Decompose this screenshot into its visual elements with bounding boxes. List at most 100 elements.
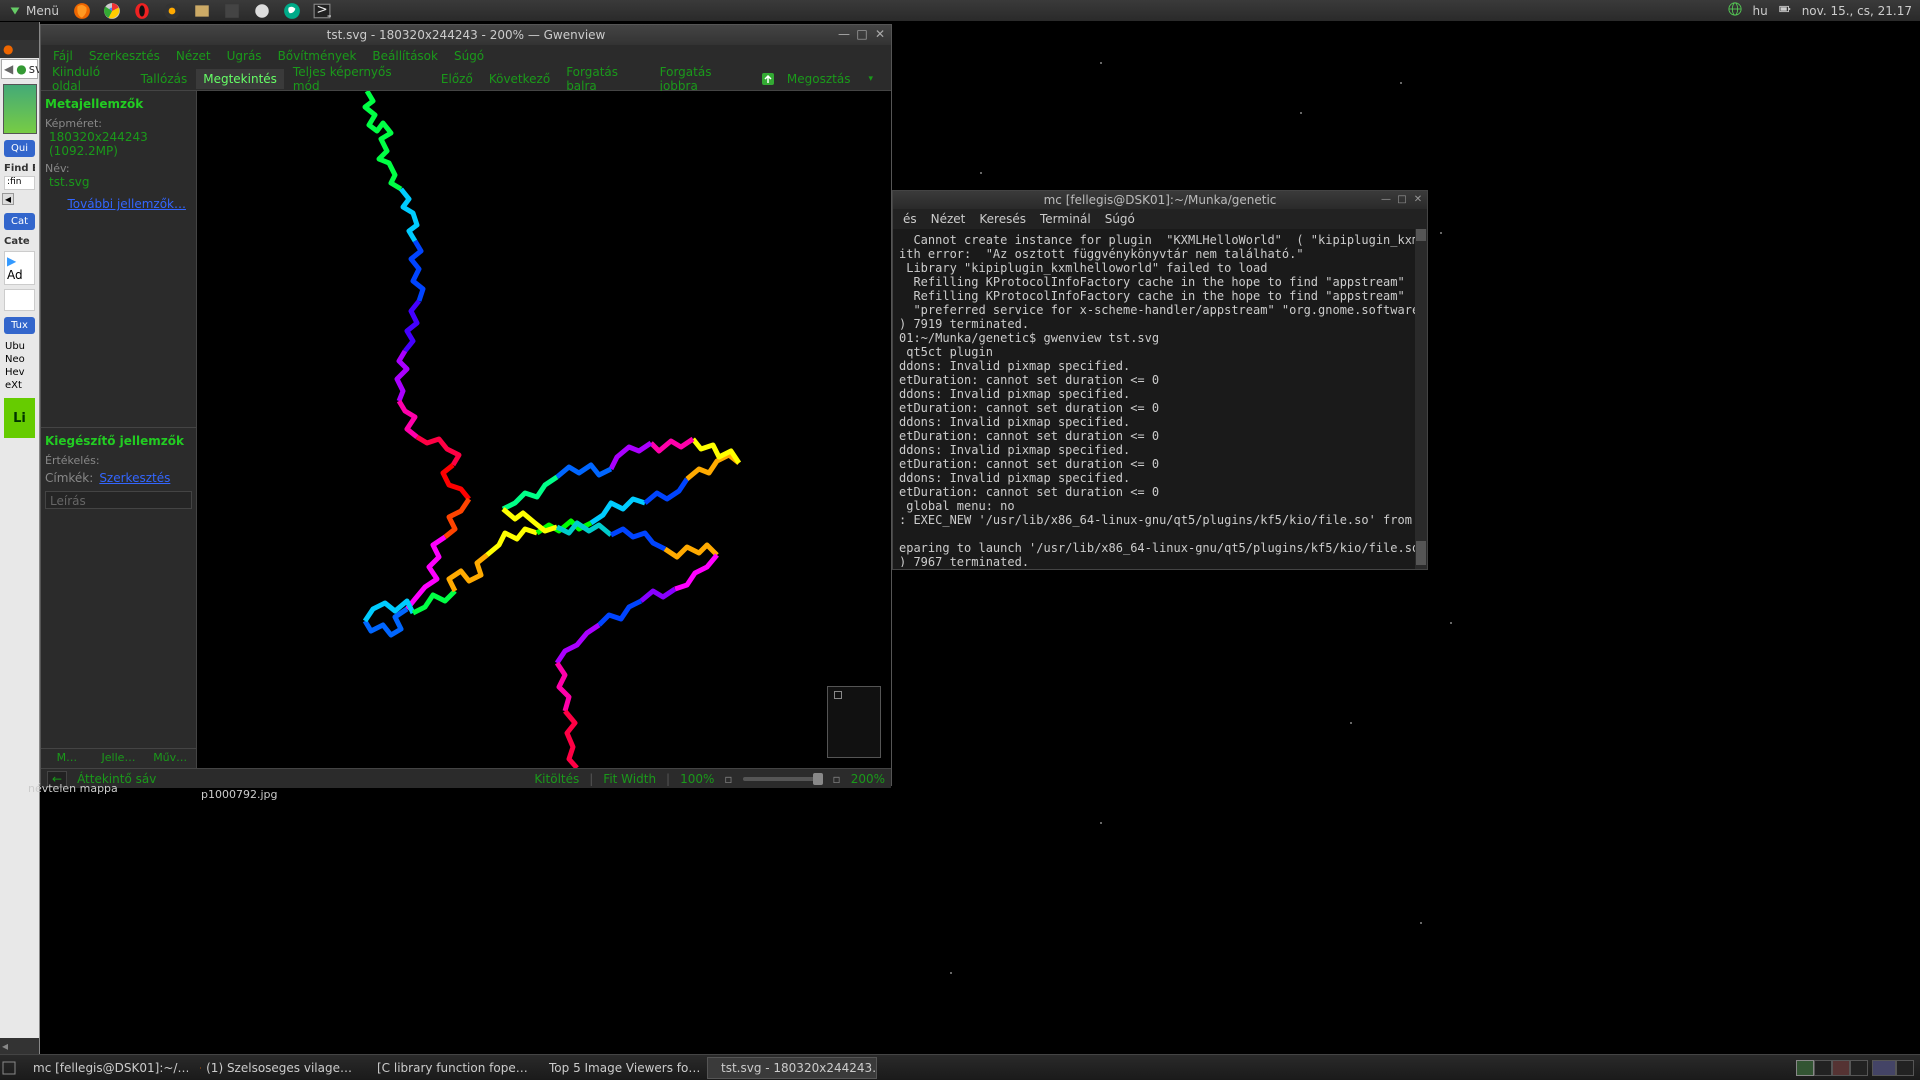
minimap[interactable]: [827, 686, 881, 758]
svg-text:>_: >_: [316, 2, 331, 17]
menu-help[interactable]: Súgó: [1105, 212, 1135, 226]
list-item[interactable]: Ubu: [2, 340, 37, 353]
find-heading: Find E: [4, 163, 35, 174]
close-button[interactable]: ✕: [1411, 192, 1425, 206]
terminal-icon[interactable]: >_: [313, 2, 331, 20]
files-icon[interactable]: [193, 2, 211, 20]
description-input[interactable]: Leírás: [45, 491, 192, 509]
opera-icon[interactable]: [133, 2, 151, 20]
taskbar-task[interactable]: Top 5 Image Viewers fo…: [535, 1057, 705, 1079]
list-item[interactable]: Hev: [2, 366, 37, 379]
back-button[interactable]: ◀: [4, 62, 13, 76]
pager-desktop-1[interactable]: [1796, 1060, 1814, 1076]
zoom-in-icon[interactable]: ▫: [833, 772, 841, 786]
firefox-icon[interactable]: [73, 2, 91, 20]
tool-browse[interactable]: Tallózás: [134, 69, 195, 89]
taskbar-task[interactable]: mc [fellegis@DSK01]:~/…: [19, 1057, 189, 1079]
extra-heading: Kiegészítő jellemzők: [45, 434, 192, 448]
quick-button[interactable]: Qui: [4, 140, 35, 157]
app-icon-3[interactable]: [253, 2, 271, 20]
name-label: Név:: [45, 162, 192, 175]
size-label: Képméret:: [45, 117, 192, 130]
menu-terminal[interactable]: Terminál: [1040, 212, 1091, 226]
browser-tabstrip[interactable]: [0, 22, 39, 40]
zoom-fill[interactable]: Kitöltés: [534, 772, 579, 786]
pager-widget[interactable]: [1872, 1060, 1896, 1076]
zoom-100[interactable]: 100%: [680, 772, 714, 786]
keyboard-layout[interactable]: hu: [1752, 4, 1767, 18]
image-canvas[interactable]: [197, 91, 891, 768]
url-fragment: sv: [29, 62, 40, 76]
tool-prev[interactable]: Előző: [434, 69, 480, 89]
search-card[interactable]: [4, 289, 35, 311]
maximize-button[interactable]: □: [1395, 192, 1409, 206]
meta-heading: Metajellemzők: [45, 97, 192, 111]
screenshot-thumb[interactable]: [3, 84, 37, 134]
menu-go[interactable]: Ugrás: [221, 47, 268, 65]
maximize-button[interactable]: □: [855, 27, 869, 41]
menu-search[interactable]: Keresés: [979, 212, 1026, 226]
rating-label: Értékelés:: [45, 454, 192, 467]
sidebar-tab-folders[interactable]: M…: [41, 749, 93, 768]
tux-button[interactable]: Tux: [4, 317, 35, 334]
tool-share[interactable]: Megosztás ▾: [753, 66, 887, 92]
sidebar-tab-info[interactable]: Jelle…: [93, 749, 145, 768]
zoom-fitwidth[interactable]: Fit Width: [603, 772, 656, 786]
menu-help[interactable]: Súgó: [448, 47, 490, 65]
thumbnail-filename: p1000792.jpg: [201, 788, 278, 801]
app-icon-4[interactable]: [283, 2, 301, 20]
clock[interactable]: nov. 15., cs, 21.17: [1802, 4, 1912, 18]
minimize-button[interactable]: —: [1379, 192, 1393, 206]
list-item[interactable]: Neo: [2, 353, 37, 366]
show-desktop-button[interactable]: [0, 1055, 18, 1080]
more-properties-link[interactable]: További jellemzők…: [45, 197, 192, 211]
tags-label: Címkék:: [45, 471, 93, 485]
taskbar-task[interactable]: (1) Szelsoseges vilage…: [191, 1057, 361, 1079]
firefox-window-sliver: ● ◀ ● sv Qui Find E :fin ◂ Cat Cate ▶ Ad…: [0, 22, 40, 1054]
desktop-folder-label[interactable]: névtelen mappa: [28, 782, 118, 795]
gwenview-titlebar[interactable]: tst.svg - 180320x244243 - 200% — Gwenvie…: [41, 25, 891, 45]
app-icon-2[interactable]: [223, 2, 241, 20]
zoom-value: 200%: [851, 772, 885, 786]
app-icon[interactable]: [163, 2, 181, 20]
category-button[interactable]: Cat: [4, 213, 35, 230]
gwenview-statusbar: ← Áttekintő sáv Kitöltés | Fit Width | 1…: [41, 768, 891, 788]
menu-view[interactable]: Nézet: [170, 47, 217, 65]
find-input[interactable]: :fin: [4, 176, 35, 190]
pager-desktop-4[interactable]: [1850, 1060, 1868, 1076]
taskbar-task[interactable]: tst.svg - 180320x244243…: [707, 1057, 877, 1079]
name-value: tst.svg: [49, 175, 192, 189]
close-button[interactable]: ✕: [873, 27, 887, 41]
chrome-icon[interactable]: [103, 2, 121, 20]
tool-view[interactable]: Megtekintés: [196, 69, 284, 89]
tags-edit-link[interactable]: Szerkesztés: [99, 471, 170, 485]
pager-desktop-2[interactable]: [1814, 1060, 1832, 1076]
taskbar-task[interactable]: [C library function fope…: [363, 1057, 533, 1079]
menu-item[interactable]: és: [903, 212, 917, 226]
zoom-out-icon[interactable]: ▫: [724, 772, 732, 786]
minimize-button[interactable]: —: [837, 27, 851, 41]
battery-icon[interactable]: [1778, 2, 1792, 19]
pager-widget-2[interactable]: [1896, 1060, 1914, 1076]
menu-view[interactable]: Nézet: [931, 212, 966, 226]
network-icon[interactable]: [1728, 2, 1742, 19]
app-menu-button[interactable]: Menü: [0, 0, 67, 21]
pager[interactable]: [1796, 1060, 1920, 1076]
pager-desktop-3[interactable]: [1832, 1060, 1850, 1076]
sidebar-tab-ops[interactable]: Műv…: [144, 749, 196, 768]
tool-next[interactable]: Következő: [482, 69, 557, 89]
list-item[interactable]: eXt: [2, 379, 37, 392]
gwenview-toolbar: Kiinduló oldal Tallózás Megtekintés Telj…: [41, 67, 891, 91]
browser-addressbar[interactable]: ◀ ● sv: [1, 59, 38, 79]
task-label: Top 5 Image Viewers fo…: [549, 1061, 700, 1075]
konsole-menubar: és Nézet Keresés Terminál Súgó: [893, 209, 1427, 229]
terminal-output[interactable]: Cannot create instance for plugin "KXMLH…: [893, 229, 1427, 567]
konsole-title: mc [fellegis@DSK01]:~/Munka/genetic: [1044, 193, 1277, 207]
zoom-slider[interactable]: [743, 777, 823, 781]
taskbar: mc [fellegis@DSK01]:~/… (1) Szelsoseges …: [0, 1054, 1920, 1080]
task-label: [C library function fope…: [377, 1061, 528, 1075]
konsole-titlebar[interactable]: mc [fellegis@DSK01]:~/Munka/genetic — □ …: [893, 191, 1427, 209]
download-button[interactable]: Li: [4, 398, 35, 438]
add-card[interactable]: ▶ Ad: [4, 251, 35, 285]
terminal-scrollbar[interactable]: [1415, 229, 1427, 569]
